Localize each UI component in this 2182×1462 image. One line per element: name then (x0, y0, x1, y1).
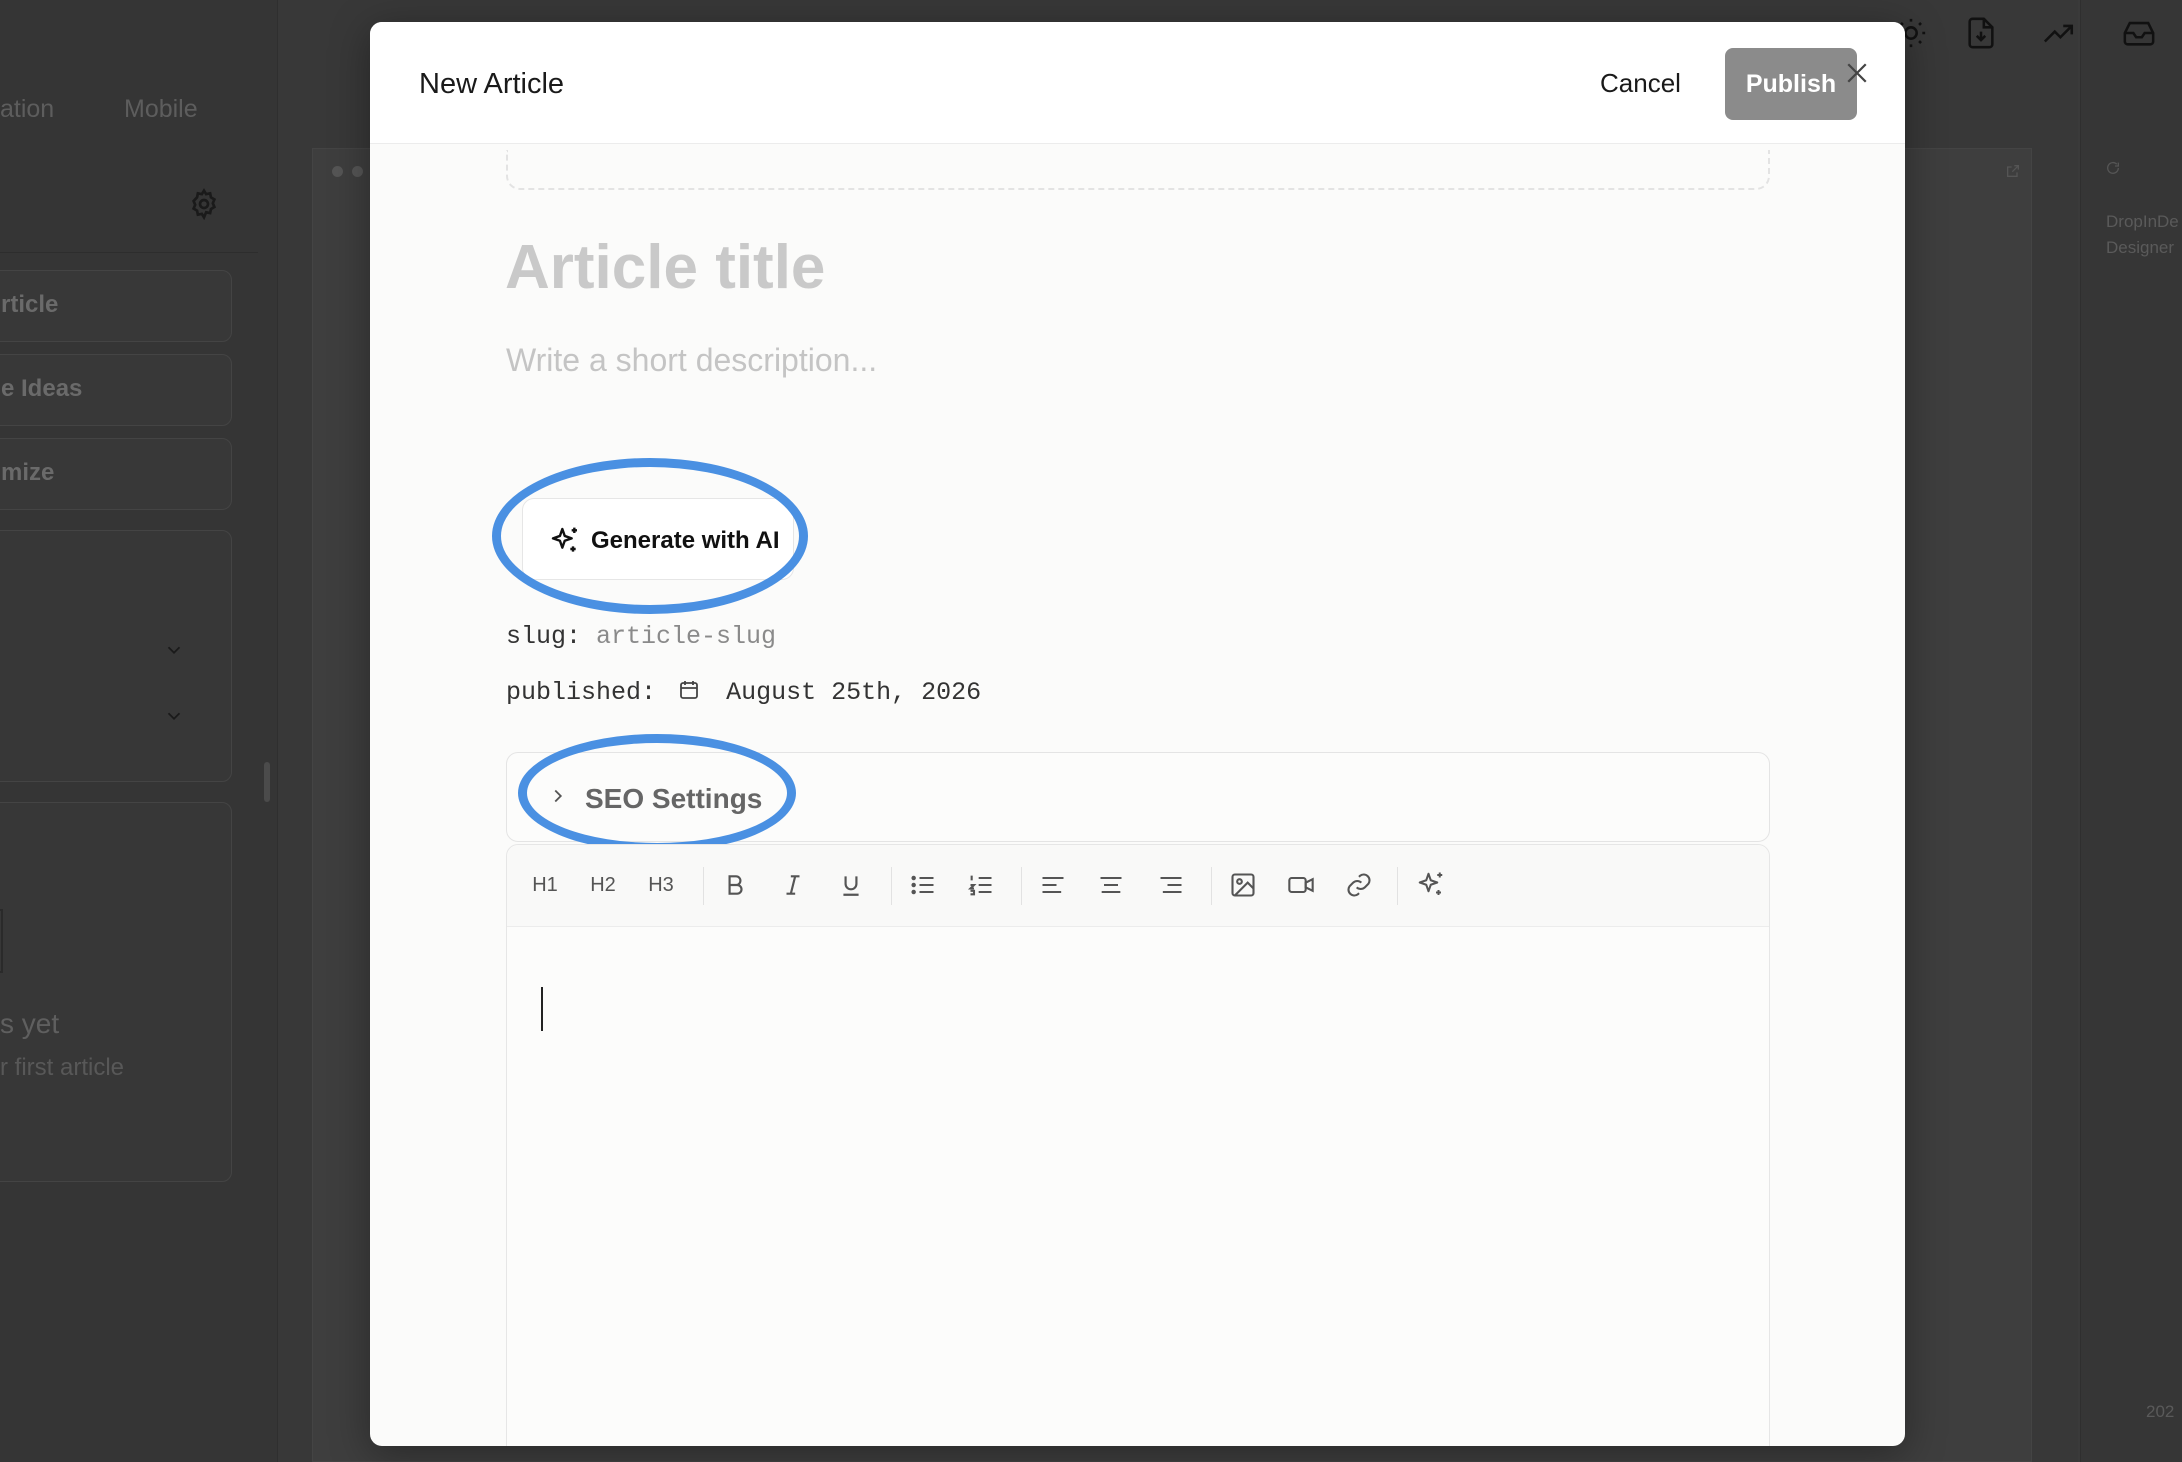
bold-button[interactable] (717, 867, 753, 903)
refresh-icon[interactable] (2105, 160, 2121, 176)
modal-title: New Article (419, 68, 565, 100)
heading-2-button[interactable]: H2 (585, 867, 621, 903)
empty-state-title: s yet (0, 1008, 60, 1039)
background-tabs: ation Mobile (0, 95, 278, 135)
sidebar-filter-card (0, 530, 232, 782)
right-panel-footer: 202 (2146, 1402, 2175, 1421)
cancel-button[interactable]: Cancel (1600, 68, 1681, 99)
external-link-icon[interactable] (2005, 163, 2021, 179)
window-dot (352, 166, 363, 177)
sidebar-button-new-article[interactable]: rticle (0, 270, 232, 342)
align-right-icon (1160, 876, 1182, 894)
heading-1-button[interactable]: H1 (527, 867, 563, 903)
toolbar-divider (1397, 867, 1398, 905)
gear-icon[interactable] (188, 188, 220, 220)
image-icon (1231, 873, 1255, 897)
slug-row: slug: article-slug (506, 622, 776, 651)
align-center-button[interactable] (1093, 867, 1129, 903)
published-date[interactable]: August 25th, 2026 (726, 678, 981, 707)
article-title-input[interactable]: Article title (505, 232, 825, 303)
empty-state-subtitle: r first article (0, 1054, 125, 1081)
underline-button[interactable] (833, 867, 869, 903)
italic-button[interactable] (775, 867, 811, 903)
published-label: published: (506, 678, 657, 707)
window-dot (332, 166, 343, 177)
align-left-icon (1042, 876, 1064, 894)
highlight-ring (492, 458, 808, 614)
slug-label: slug: (506, 622, 582, 651)
scrollbar[interactable] (264, 762, 270, 802)
chevron-down-icon[interactable] (163, 639, 185, 661)
text-cursor (541, 987, 543, 1031)
inbox-icon[interactable] (2122, 16, 2156, 50)
align-left-button[interactable] (1035, 867, 1071, 903)
publish-button[interactable]: Publish (1725, 48, 1857, 120)
video-icon (1288, 876, 1314, 894)
ai-assist-button[interactable] (1413, 867, 1449, 903)
insert-link-button[interactable] (1341, 867, 1377, 903)
link-icon (1347, 873, 1371, 897)
sidebar-empty-card (0, 802, 232, 1182)
modal-header: New Article Cancel Publish (370, 22, 1905, 144)
trending-up-icon[interactable] (2042, 16, 2076, 50)
chevron-down-icon[interactable] (163, 705, 185, 727)
toolbar-divider (891, 867, 892, 905)
file-download-icon[interactable] (1964, 16, 1998, 50)
empty-state-icon (0, 909, 3, 973)
sidebar-button-article-ideas[interactable]: e Ideas (0, 354, 232, 426)
bullet-list-icon (911, 875, 934, 895)
insert-video-button[interactable] (1283, 867, 1319, 903)
slug-value[interactable]: article-slug (596, 622, 776, 651)
new-article-modal: New Article Cancel Publish Article title… (370, 22, 1905, 1446)
align-right-button[interactable] (1153, 867, 1189, 903)
published-row: published: August 25th, 2026 (506, 678, 981, 707)
rich-text-editor[interactable]: H1 H2 H3 (506, 844, 1770, 1446)
right-panel-name: DropInDe (2106, 212, 2179, 231)
bold-icon (728, 875, 743, 895)
underline-icon (843, 876, 859, 896)
italic-icon (786, 875, 800, 895)
numbered-list-button[interactable] (963, 867, 999, 903)
background-sidebar: ation Mobile rticle e Ideas mize s yet r… (0, 0, 278, 1462)
calendar-icon[interactable] (677, 678, 701, 702)
editor-toolbar: H1 H2 H3 (507, 845, 1769, 927)
toolbar-divider (703, 867, 704, 905)
align-center-icon (1100, 876, 1122, 894)
sidebar-button-optimize[interactable]: mize (0, 438, 232, 510)
right-panel-role: Designer (2106, 238, 2175, 257)
toolbar-divider (1021, 867, 1022, 905)
close-icon[interactable] (1842, 58, 1872, 88)
divider (0, 252, 258, 253)
insert-image-button[interactable] (1225, 867, 1261, 903)
tab-mobile[interactable]: Mobile (124, 95, 198, 124)
tab-automation[interactable]: ation (0, 95, 54, 124)
cover-image-dropzone[interactable] (506, 150, 1770, 190)
bullet-list-button[interactable] (905, 867, 941, 903)
sparkles-icon (1418, 872, 1443, 895)
numbered-list-icon (967, 875, 992, 896)
heading-3-button[interactable]: H3 (643, 867, 679, 903)
description-input[interactable]: Write a short description... (506, 342, 877, 379)
toolbar-divider (1211, 867, 1212, 905)
highlight-ring (518, 734, 796, 852)
